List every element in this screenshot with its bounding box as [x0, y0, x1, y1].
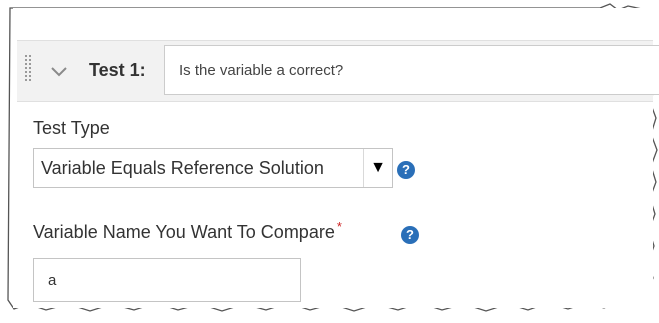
dropdown-arrow-icon[interactable]: ▼ — [363, 149, 392, 187]
test-editor-card: Test 1: Is the variable a correct? Test … — [13, 8, 659, 308]
test-description-input[interactable]: Is the variable a correct? — [164, 45, 659, 95]
test-type-selected-value: Variable Equals Reference Solution — [41, 158, 324, 178]
chevron-down-icon[interactable] — [47, 59, 71, 83]
variable-name-help-icon[interactable]: ? — [401, 226, 419, 244]
test-title: Test 1: — [89, 60, 146, 80]
test-type-label: Test Type — [33, 118, 110, 138]
variable-name-label: Variable Name You Want To Compare * — [33, 219, 342, 243]
test-type-select[interactable]: Variable Equals Reference Solution ▼ — [33, 148, 393, 188]
required-marker: * — [336, 219, 342, 234]
variable-name-input[interactable]: a — [33, 258, 301, 302]
drag-handle-icon[interactable] — [25, 55, 33, 85]
test-header: Test 1: Is the variable a correct? — [17, 40, 659, 102]
variable-name-label-text: Variable Name You Want To Compare — [33, 222, 335, 242]
test-type-help-icon[interactable]: ? — [397, 161, 415, 179]
